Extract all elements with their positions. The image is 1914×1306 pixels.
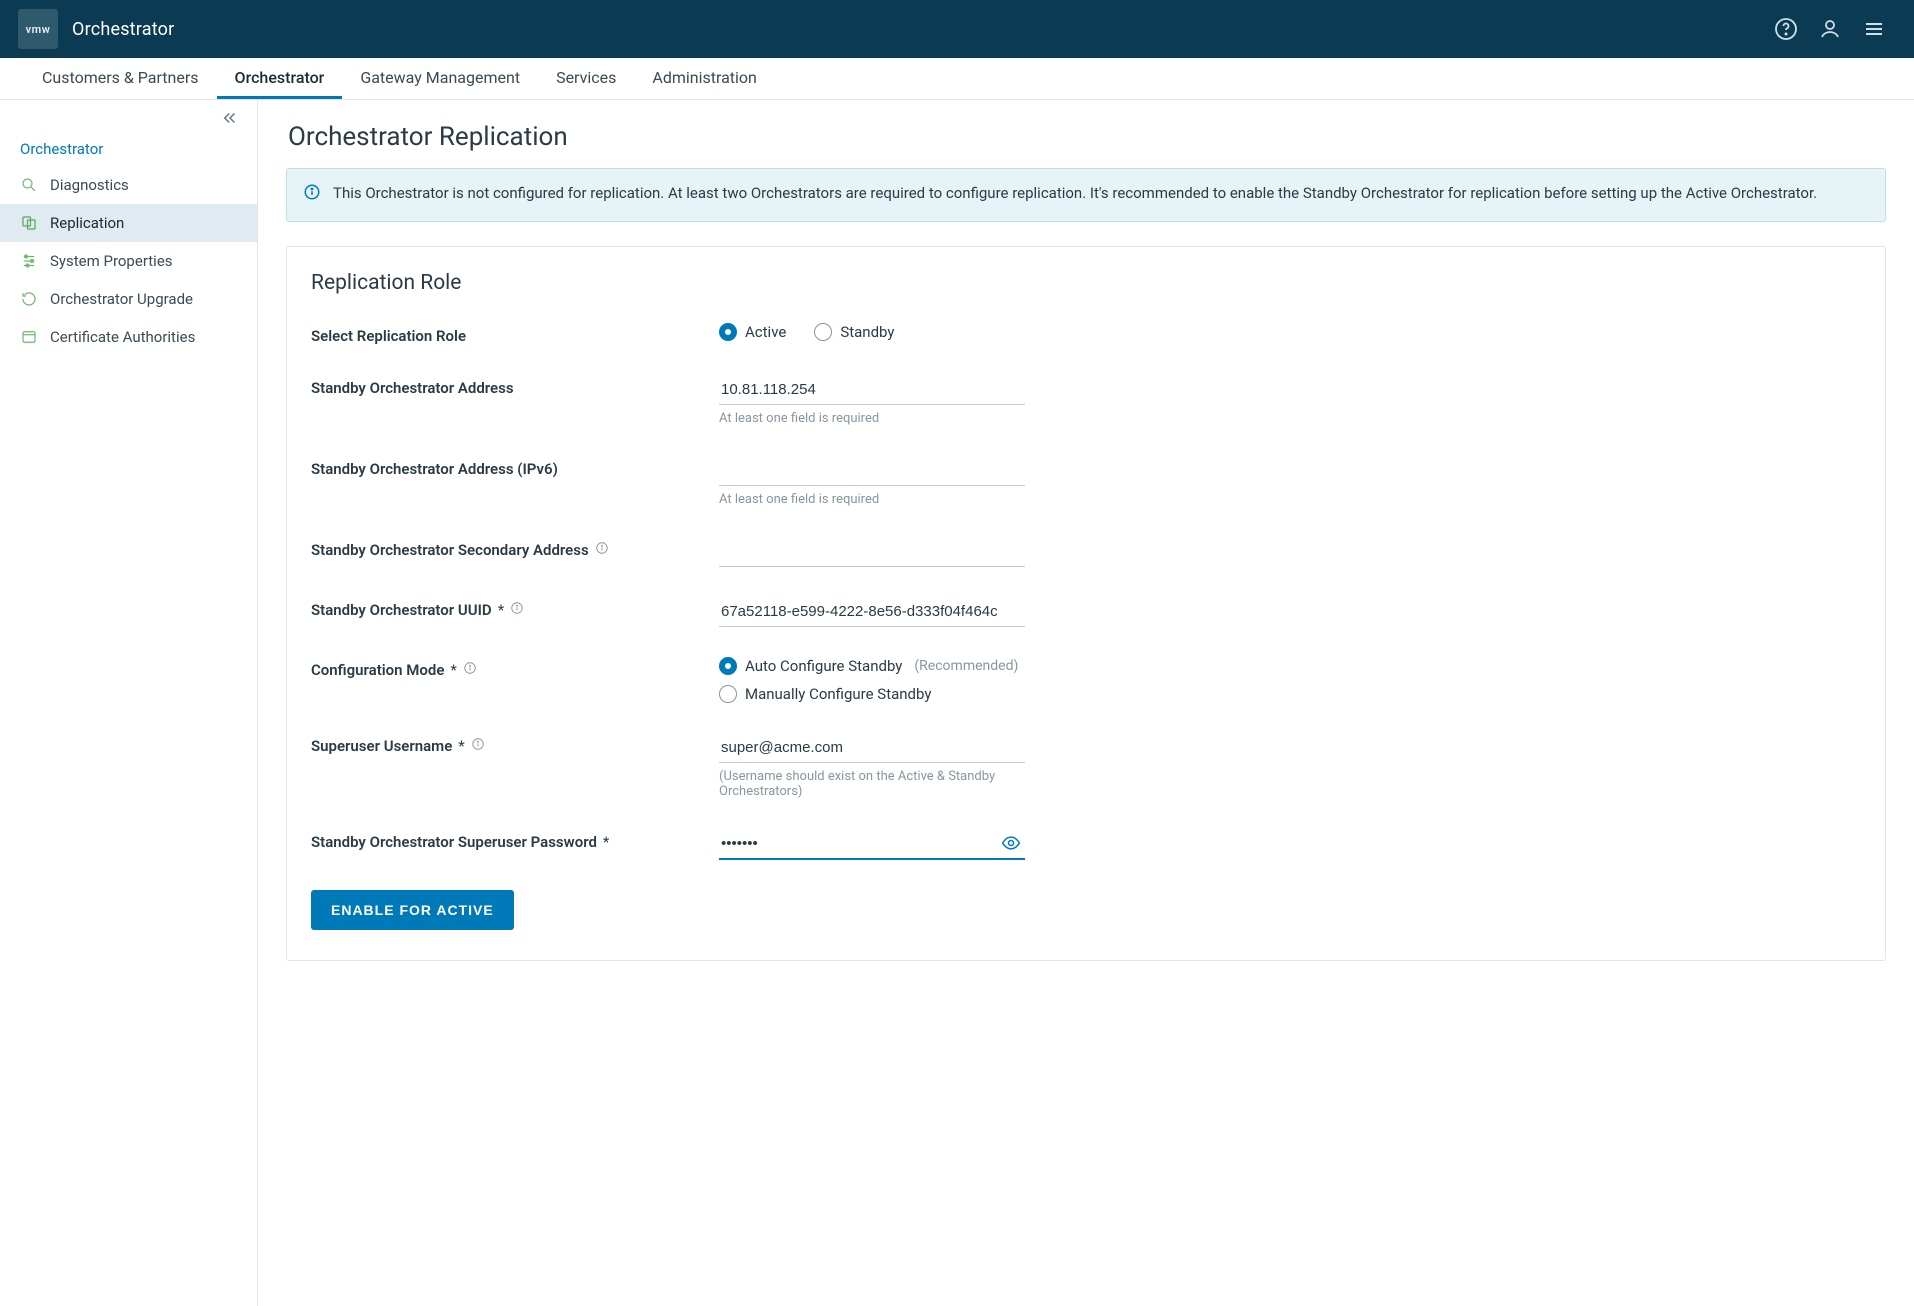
input-uuid[interactable] [719, 597, 1025, 627]
top-tabs: Customers & Partners Orchestrator Gatewa… [0, 58, 1914, 100]
radio-label: Manually Configure Standby [745, 685, 931, 703]
tab-customers-partners[interactable]: Customers & Partners [24, 58, 217, 99]
show-password-icon[interactable] [1001, 833, 1021, 857]
info-icon[interactable] [595, 541, 609, 559]
diagnostics-icon [20, 176, 38, 194]
radio-sublabel: (Recommended) [914, 658, 1018, 674]
radio-dot-icon [719, 323, 737, 341]
label-secondary-address: Standby Orchestrator Secondary Address [311, 537, 719, 559]
label-superuser-password: Standby Orchestrator Superuser Password … [311, 829, 719, 851]
hint-superuser-username: (Username should exist on the Active & S… [719, 769, 1025, 799]
input-secondary-address[interactable] [719, 537, 1025, 567]
sidebar-item-label: Certificate Authorities [50, 328, 195, 346]
certificate-icon [20, 328, 38, 346]
sidebar-item-orchestrator-upgrade[interactable]: Orchestrator Upgrade [0, 280, 257, 318]
page-title: Orchestrator Replication [288, 122, 1886, 152]
menu-icon[interactable] [1852, 7, 1896, 51]
brand-title: Orchestrator [72, 19, 174, 40]
radio-dot-icon [814, 323, 832, 341]
input-standby-address-ipv6[interactable] [719, 456, 1025, 486]
help-icon[interactable] [1764, 7, 1808, 51]
info-icon[interactable] [510, 601, 524, 619]
sidebar-item-certificate-authorities[interactable]: Certificate Authorities [0, 318, 257, 356]
sidebar-item-label: Orchestrator Upgrade [50, 290, 193, 308]
input-standby-address[interactable] [719, 375, 1025, 405]
label-standby-address-ipv6: Standby Orchestrator Address (IPv6) [311, 456, 719, 478]
collapse-sidebar-icon[interactable] [0, 100, 257, 136]
hint-standby-address-ipv6: At least one field is required [719, 492, 1025, 507]
tab-administration[interactable]: Administration [634, 58, 775, 99]
input-superuser-username[interactable] [719, 733, 1025, 763]
user-icon[interactable] [1808, 7, 1852, 51]
radio-mode-auto[interactable]: Auto Configure Standby (Recommended) [719, 657, 1025, 675]
main-content: Orchestrator Replication This Orchestrat… [258, 100, 1914, 1306]
label-config-mode: Configuration Mode * [311, 657, 719, 679]
enable-for-active-button[interactable]: Enable for Active [311, 890, 514, 930]
system-properties-icon [20, 252, 38, 270]
label-superuser-username: Superuser Username * [311, 733, 719, 755]
replication-form-card: Replication Role Select Replication Role… [286, 246, 1886, 961]
radio-dot-icon [719, 657, 737, 675]
tab-gateway-management[interactable]: Gateway Management [342, 58, 538, 99]
info-icon[interactable] [471, 737, 485, 755]
replication-icon [20, 214, 38, 232]
radio-label: Standby [840, 323, 894, 341]
upgrade-icon [20, 290, 38, 308]
input-superuser-password[interactable] [719, 829, 1025, 860]
vmw-logo: vmw [18, 9, 58, 49]
info-banner-text: This Orchestrator is not configured for … [333, 183, 1817, 207]
radio-role-standby[interactable]: Standby [814, 323, 894, 341]
hint-standby-address: At least one field is required [719, 411, 1025, 426]
info-banner: This Orchestrator is not configured for … [286, 168, 1886, 222]
sidebar-title: Orchestrator [0, 136, 257, 166]
sidebar-item-label: System Properties [50, 252, 173, 270]
label-select-role: Select Replication Role [311, 323, 719, 345]
info-icon [303, 183, 321, 207]
label-uuid: Standby Orchestrator UUID * [311, 597, 719, 619]
radio-label: Auto Configure Standby [745, 657, 902, 675]
sidebar-item-label: Replication [50, 214, 124, 232]
label-standby-address: Standby Orchestrator Address [311, 375, 719, 397]
tab-orchestrator[interactable]: Orchestrator [217, 58, 343, 99]
tab-services[interactable]: Services [538, 58, 634, 99]
radio-role-active[interactable]: Active [719, 323, 786, 341]
sidebar-item-replication[interactable]: Replication [0, 204, 257, 242]
radio-dot-icon [719, 685, 737, 703]
section-title: Replication Role [311, 271, 1861, 295]
sidebar-item-diagnostics[interactable]: Diagnostics [0, 166, 257, 204]
radio-mode-manual[interactable]: Manually Configure Standby [719, 685, 1025, 703]
sidebar-item-label: Diagnostics [50, 176, 129, 194]
info-icon[interactable] [463, 661, 477, 679]
sidebar-item-system-properties[interactable]: System Properties [0, 242, 257, 280]
sidebar: Orchestrator Diagnostics Replication Sys… [0, 100, 258, 1306]
radio-label: Active [745, 323, 786, 341]
app-header: vmw Orchestrator [0, 0, 1914, 58]
